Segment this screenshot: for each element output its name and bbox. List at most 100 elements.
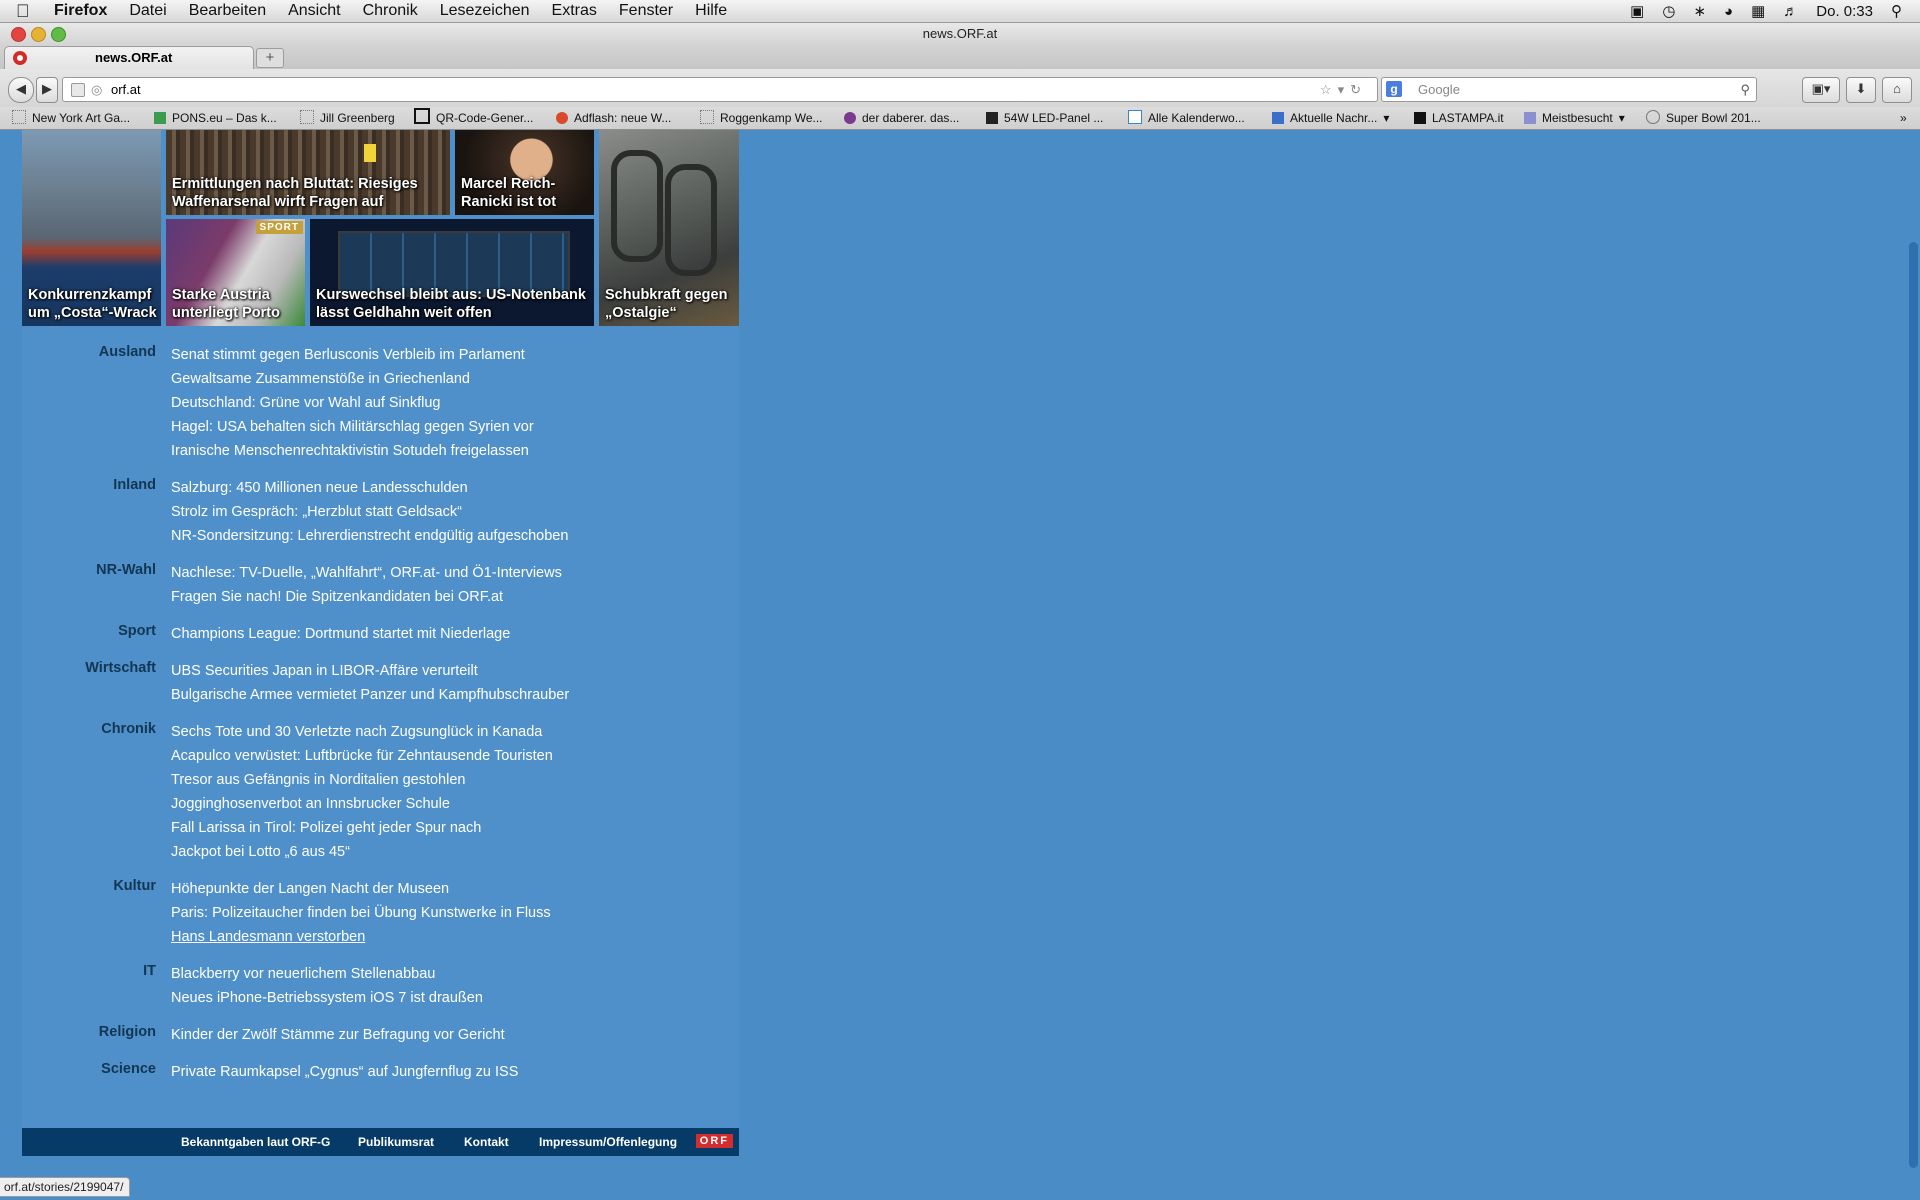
- menu-chronik[interactable]: Chronik: [363, 2, 418, 20]
- menu-lesezeichen[interactable]: Lesezeichen: [440, 2, 530, 20]
- bookmark-item[interactable]: LASTAMPA.it: [1414, 107, 1504, 129]
- menu-extras[interactable]: Extras: [552, 2, 597, 20]
- menu-ansicht[interactable]: Ansicht: [288, 2, 340, 20]
- bookmark-item[interactable]: Adflash: neue W...: [556, 107, 671, 129]
- wifi-icon[interactable]: ◕: [1724, 3, 1733, 20]
- dropdown-arrow-icon[interactable]: ▾: [1338, 82, 1351, 97]
- bookmark-item[interactable]: Aktuelle Nachr... ▾: [1272, 107, 1389, 129]
- footer-link-impressum[interactable]: Impressum/Offenlegung: [539, 1128, 677, 1156]
- minimize-window-button[interactable]: [31, 27, 46, 42]
- news-link[interactable]: Jogginghosenverbot an Innsbrucker Schule: [171, 792, 553, 816]
- search-icon[interactable]: ⚲: [1740, 78, 1750, 101]
- news-link[interactable]: UBS Securities Japan in LIBOR-Affäre ver…: [171, 659, 569, 683]
- news-link[interactable]: Strolz im Gespräch: „Herzblut statt Geld…: [171, 500, 568, 524]
- news-link[interactable]: Sechs Tote und 30 Verletzte nach Zugsung…: [171, 720, 553, 744]
- downloads-icon[interactable]: ⬇: [1846, 77, 1876, 103]
- bookmark-item[interactable]: QR-Code-Gener...: [414, 107, 533, 129]
- forward-button[interactable]: ▶: [36, 77, 58, 103]
- bookmark-item[interactable]: der daberer. das...: [844, 107, 959, 129]
- section-label[interactable]: Kultur: [22, 877, 156, 949]
- section-label[interactable]: Chronik: [22, 720, 156, 864]
- bookmarks-overflow-icon[interactable]: »: [1900, 107, 1907, 129]
- news-link[interactable]: Höhepunkte der Langen Nacht der Museen: [171, 877, 551, 901]
- back-button[interactable]: ◀: [8, 77, 34, 103]
- url-bar[interactable]: ◎ orf.at ☆▾↻: [62, 77, 1378, 102]
- news-link[interactable]: Blackberry vor neuerlichem Stellenabbau: [171, 962, 483, 986]
- news-link[interactable]: Private Raumkapsel „Cygnus“ auf Jungfern…: [171, 1060, 518, 1084]
- volume-icon[interactable]: ♬: [1783, 3, 1798, 20]
- bookmark-item[interactable]: Super Bowl 201...: [1646, 107, 1761, 129]
- footer-link-bekanntgaben[interactable]: Bekanntgaben laut ORF-G: [181, 1128, 330, 1156]
- news-link[interactable]: Tresor aus Gefängnis in Norditalien gest…: [171, 768, 553, 792]
- news-link[interactable]: Hagel: USA behalten sich Militärschlag g…: [171, 415, 534, 439]
- time-machine-icon[interactable]: ◷: [1662, 2, 1675, 20]
- teaser-waffenarsenal[interactable]: Ermittlungen nach Bluttat: Riesiges Waff…: [166, 130, 450, 215]
- news-link-hovered[interactable]: Hans Landesmann verstorben: [171, 925, 551, 949]
- search-input[interactable]: Google: [1418, 78, 1460, 101]
- section-label[interactable]: IT: [22, 962, 156, 1010]
- vertical-scrollbar[interactable]: [1909, 242, 1918, 1168]
- spotlight-search-icon[interactable]: ⚲: [1891, 2, 1902, 20]
- screenshot-tool-icon[interactable]: ▣▾: [1802, 77, 1840, 103]
- clock[interactable]: Do. 0:33: [1816, 3, 1873, 20]
- menu-bearbeiten[interactable]: Bearbeiten: [189, 2, 266, 20]
- teaser-us-notenbank[interactable]: Kurswechsel bleibt aus: US-Notenbank läs…: [310, 219, 594, 326]
- teaser-austria-porto[interactable]: SPORT Starke Austria unterliegt Porto: [166, 219, 305, 326]
- menu-app-firefox[interactable]: Firefox: [54, 2, 107, 20]
- news-link[interactable]: Paris: Polizeitaucher finden bei Übung K…: [171, 901, 551, 925]
- menu-datei[interactable]: Datei: [129, 2, 166, 20]
- orf-logo[interactable]: ORF: [695, 1134, 733, 1148]
- bookmark-item[interactable]: PONS.eu – Das k...: [154, 107, 277, 129]
- news-link[interactable]: Fall Larissa in Tirol: Polizei geht jede…: [171, 816, 553, 840]
- menu-fenster[interactable]: Fenster: [619, 2, 673, 20]
- news-link[interactable]: Fragen Sie nach! Die Spitzenkandidaten b…: [171, 585, 562, 609]
- news-link[interactable]: Acapulco verwüstet: Luftbrücke für Zehnt…: [171, 744, 553, 768]
- teaser-reich-ranicki[interactable]: Marcel Reich-Ranicki ist tot: [455, 130, 594, 215]
- news-link[interactable]: Bulgarische Armee vermietet Panzer und K…: [171, 683, 569, 707]
- news-link[interactable]: Kinder der Zwölf Stämme zur Befragung vo…: [171, 1023, 505, 1047]
- section-label[interactable]: Inland: [22, 476, 156, 548]
- keyboard-icon[interactable]: ▦: [1751, 2, 1765, 20]
- news-link[interactable]: NR-Sondersitzung: Lehrerdienstrecht endg…: [171, 524, 568, 548]
- news-link[interactable]: Senat stimmt gegen Berlusconis Verbleib …: [171, 343, 534, 367]
- news-link[interactable]: Champions League: Dortmund startet mit N…: [171, 622, 510, 646]
- section-label[interactable]: Religion: [22, 1023, 156, 1047]
- teaser-costa-wrack[interactable]: Konkurrenzkampf um „Costa“-Wrack: [22, 130, 161, 326]
- news-link[interactable]: Neues iPhone-Betriebssystem iOS 7 ist dr…: [171, 986, 483, 1010]
- bookmark-item[interactable]: 54W LED-Panel ...: [986, 107, 1103, 129]
- section-label[interactable]: Science: [22, 1060, 156, 1084]
- section-label[interactable]: Ausland: [22, 343, 156, 463]
- close-window-button[interactable]: [11, 27, 26, 42]
- news-link[interactable]: Gewaltsame Zusammenstöße in Griechenland: [171, 367, 534, 391]
- zoom-window-button[interactable]: [51, 27, 66, 42]
- bookmark-item[interactable]: Alle Kalenderwo...: [1128, 107, 1245, 129]
- teaser-schubkraft[interactable]: Schubkraft gegen „Ostalgie“: [599, 130, 739, 326]
- section-label[interactable]: Sport: [22, 622, 156, 646]
- news-link[interactable]: Jackpot bei Lotto „6 aus 45“: [171, 840, 553, 864]
- bookmark-folder[interactable]: Meistbesucht ▾: [1524, 107, 1625, 129]
- bookmark-item[interactable]: Roggenkamp We...: [700, 107, 823, 129]
- menu-hilfe[interactable]: Hilfe: [695, 2, 727, 20]
- new-tab-button[interactable]: +: [256, 48, 284, 68]
- bookmark-star-icon[interactable]: ☆: [1320, 82, 1338, 97]
- section-label[interactable]: NR-Wahl: [22, 561, 156, 609]
- site-identity-icon[interactable]: [71, 83, 85, 97]
- news-link[interactable]: Deutschland: Grüne vor Wahl auf Sinkflug: [171, 391, 534, 415]
- display-icon[interactable]: ▣: [1630, 2, 1644, 20]
- home-icon[interactable]: ⌂: [1882, 77, 1912, 103]
- bookmark-item[interactable]: New York Art Ga...: [12, 107, 130, 129]
- apple-menu-icon[interactable]: : [16, 1, 42, 22]
- url-text[interactable]: orf.at: [111, 78, 141, 101]
- news-link[interactable]: Salzburg: 450 Millionen neue Landesschul…: [171, 476, 568, 500]
- footer-link-publikumsrat[interactable]: Publikumsrat: [358, 1128, 434, 1156]
- news-link[interactable]: Iranische Menschenrechtaktivistin Sotude…: [171, 439, 534, 463]
- bookmark-item[interactable]: Jill Greenberg: [300, 107, 395, 129]
- search-bar[interactable]: g Google ⚲: [1381, 77, 1757, 102]
- reload-icon[interactable]: ↻: [1350, 82, 1367, 97]
- section-label[interactable]: Wirtschaft: [22, 659, 156, 707]
- tab-news-orf[interactable]: news.ORF.at: [4, 46, 254, 70]
- news-link[interactable]: Nachlese: TV-Duelle, „Wahlfahrt“, ORF.at…: [171, 561, 562, 585]
- google-engine-icon[interactable]: g: [1386, 81, 1402, 97]
- bluetooth-icon[interactable]: ∗: [1693, 2, 1706, 20]
- footer-link-kontakt[interactable]: Kontakt: [464, 1128, 509, 1156]
